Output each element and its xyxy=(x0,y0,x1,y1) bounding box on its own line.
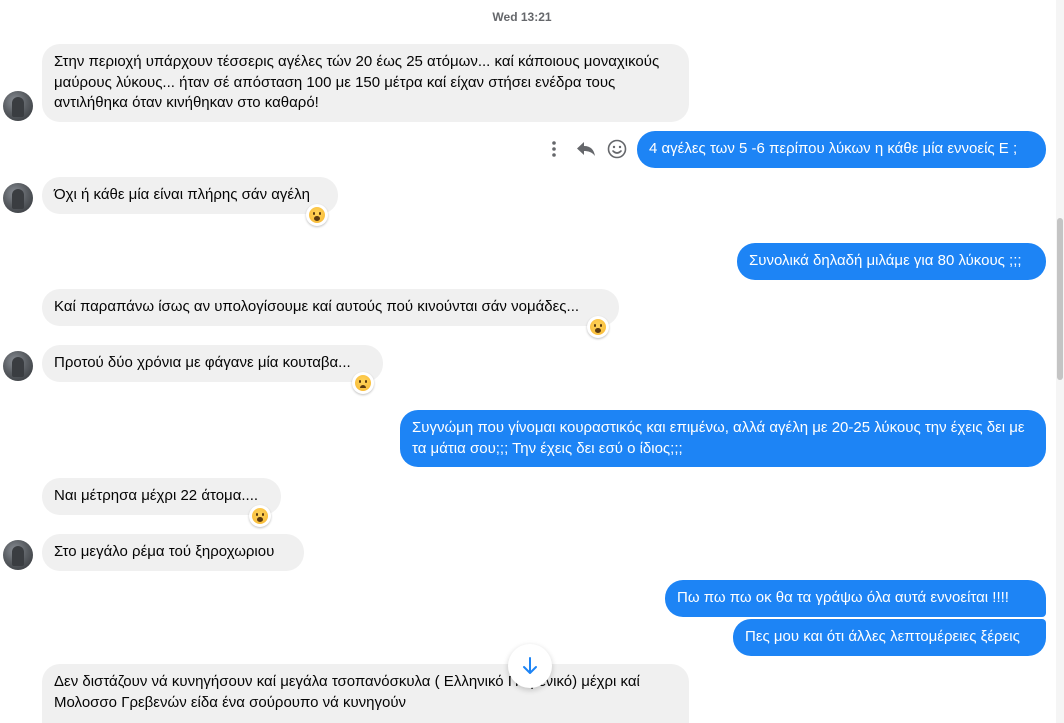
avatar[interactable] xyxy=(3,91,33,121)
arrow-down-icon xyxy=(523,657,537,674)
wow-reaction-icon[interactable] xyxy=(249,505,271,527)
message-bubble-incoming[interactable]: Όχι ή κάθε μία είναι πλήρης σάν αγέλη xyxy=(42,177,338,214)
message-thread: Wed 13:21 Στην περιοχή υπάρχουν τέσσερις… xyxy=(0,0,1064,723)
avatar[interactable] xyxy=(3,540,33,570)
reply-icon[interactable] xyxy=(574,137,598,161)
scrollbar[interactable] xyxy=(1056,0,1064,723)
scrollbar-thumb[interactable] xyxy=(1057,218,1063,380)
wow-reaction-icon[interactable] xyxy=(306,204,328,226)
sad-reaction-icon[interactable] xyxy=(352,372,374,394)
wow-reaction-icon[interactable] xyxy=(587,316,609,338)
scroll-to-bottom-button[interactable] xyxy=(508,644,552,688)
message-bubble-outgoing[interactable]: Πω πω πω οκ θα τα γράψω όλα αυτά εννοείτ… xyxy=(665,580,1046,617)
message-bubble-outgoing[interactable]: Συνολικά δηλαδή μιλάμε για 80 λύκους ;;; xyxy=(737,243,1046,280)
avatar[interactable] xyxy=(3,351,33,381)
message-bubble-outgoing[interactable]: Συγνώμη που γίνομαι κουραστικός και επιμ… xyxy=(400,410,1046,467)
message-bubble-outgoing[interactable]: Πες μου και ότι άλλες λεπτομέρειες ξέρει… xyxy=(733,619,1046,656)
thread-timestamp: Wed 13:21 xyxy=(492,10,552,24)
message-actions-toolbar xyxy=(542,137,632,161)
message-bubble-incoming[interactable]: Ναι μέτρησα μέχρι 22 άτομα.... xyxy=(42,478,281,515)
message-bubble-incoming[interactable]: Καί παραπάνω ίσως αν υπολογίσουμε καί αυ… xyxy=(42,289,619,326)
message-bubble-incoming[interactable]: Στην περιοχή υπάρχουν τέσσερις αγέλες τώ… xyxy=(42,44,689,122)
message-bubble-incoming[interactable]: Δεν διστάζουν νά κυνηγήσουν καί μεγάλα τ… xyxy=(42,664,689,723)
message-bubble-incoming[interactable]: Στο μεγάλο ρέμα τού ξηροχωριου xyxy=(42,534,304,571)
message-bubble-outgoing[interactable]: 4 αγέλες των 5 -6 περίπου λύκων η κάθε μ… xyxy=(637,131,1046,168)
more-options-icon[interactable] xyxy=(546,137,562,161)
react-emoji-icon[interactable] xyxy=(606,137,628,161)
avatar[interactable] xyxy=(3,183,33,213)
message-bubble-incoming[interactable]: Προτού δύο χρόνια με φάγανε μία κουταβα.… xyxy=(42,345,383,382)
